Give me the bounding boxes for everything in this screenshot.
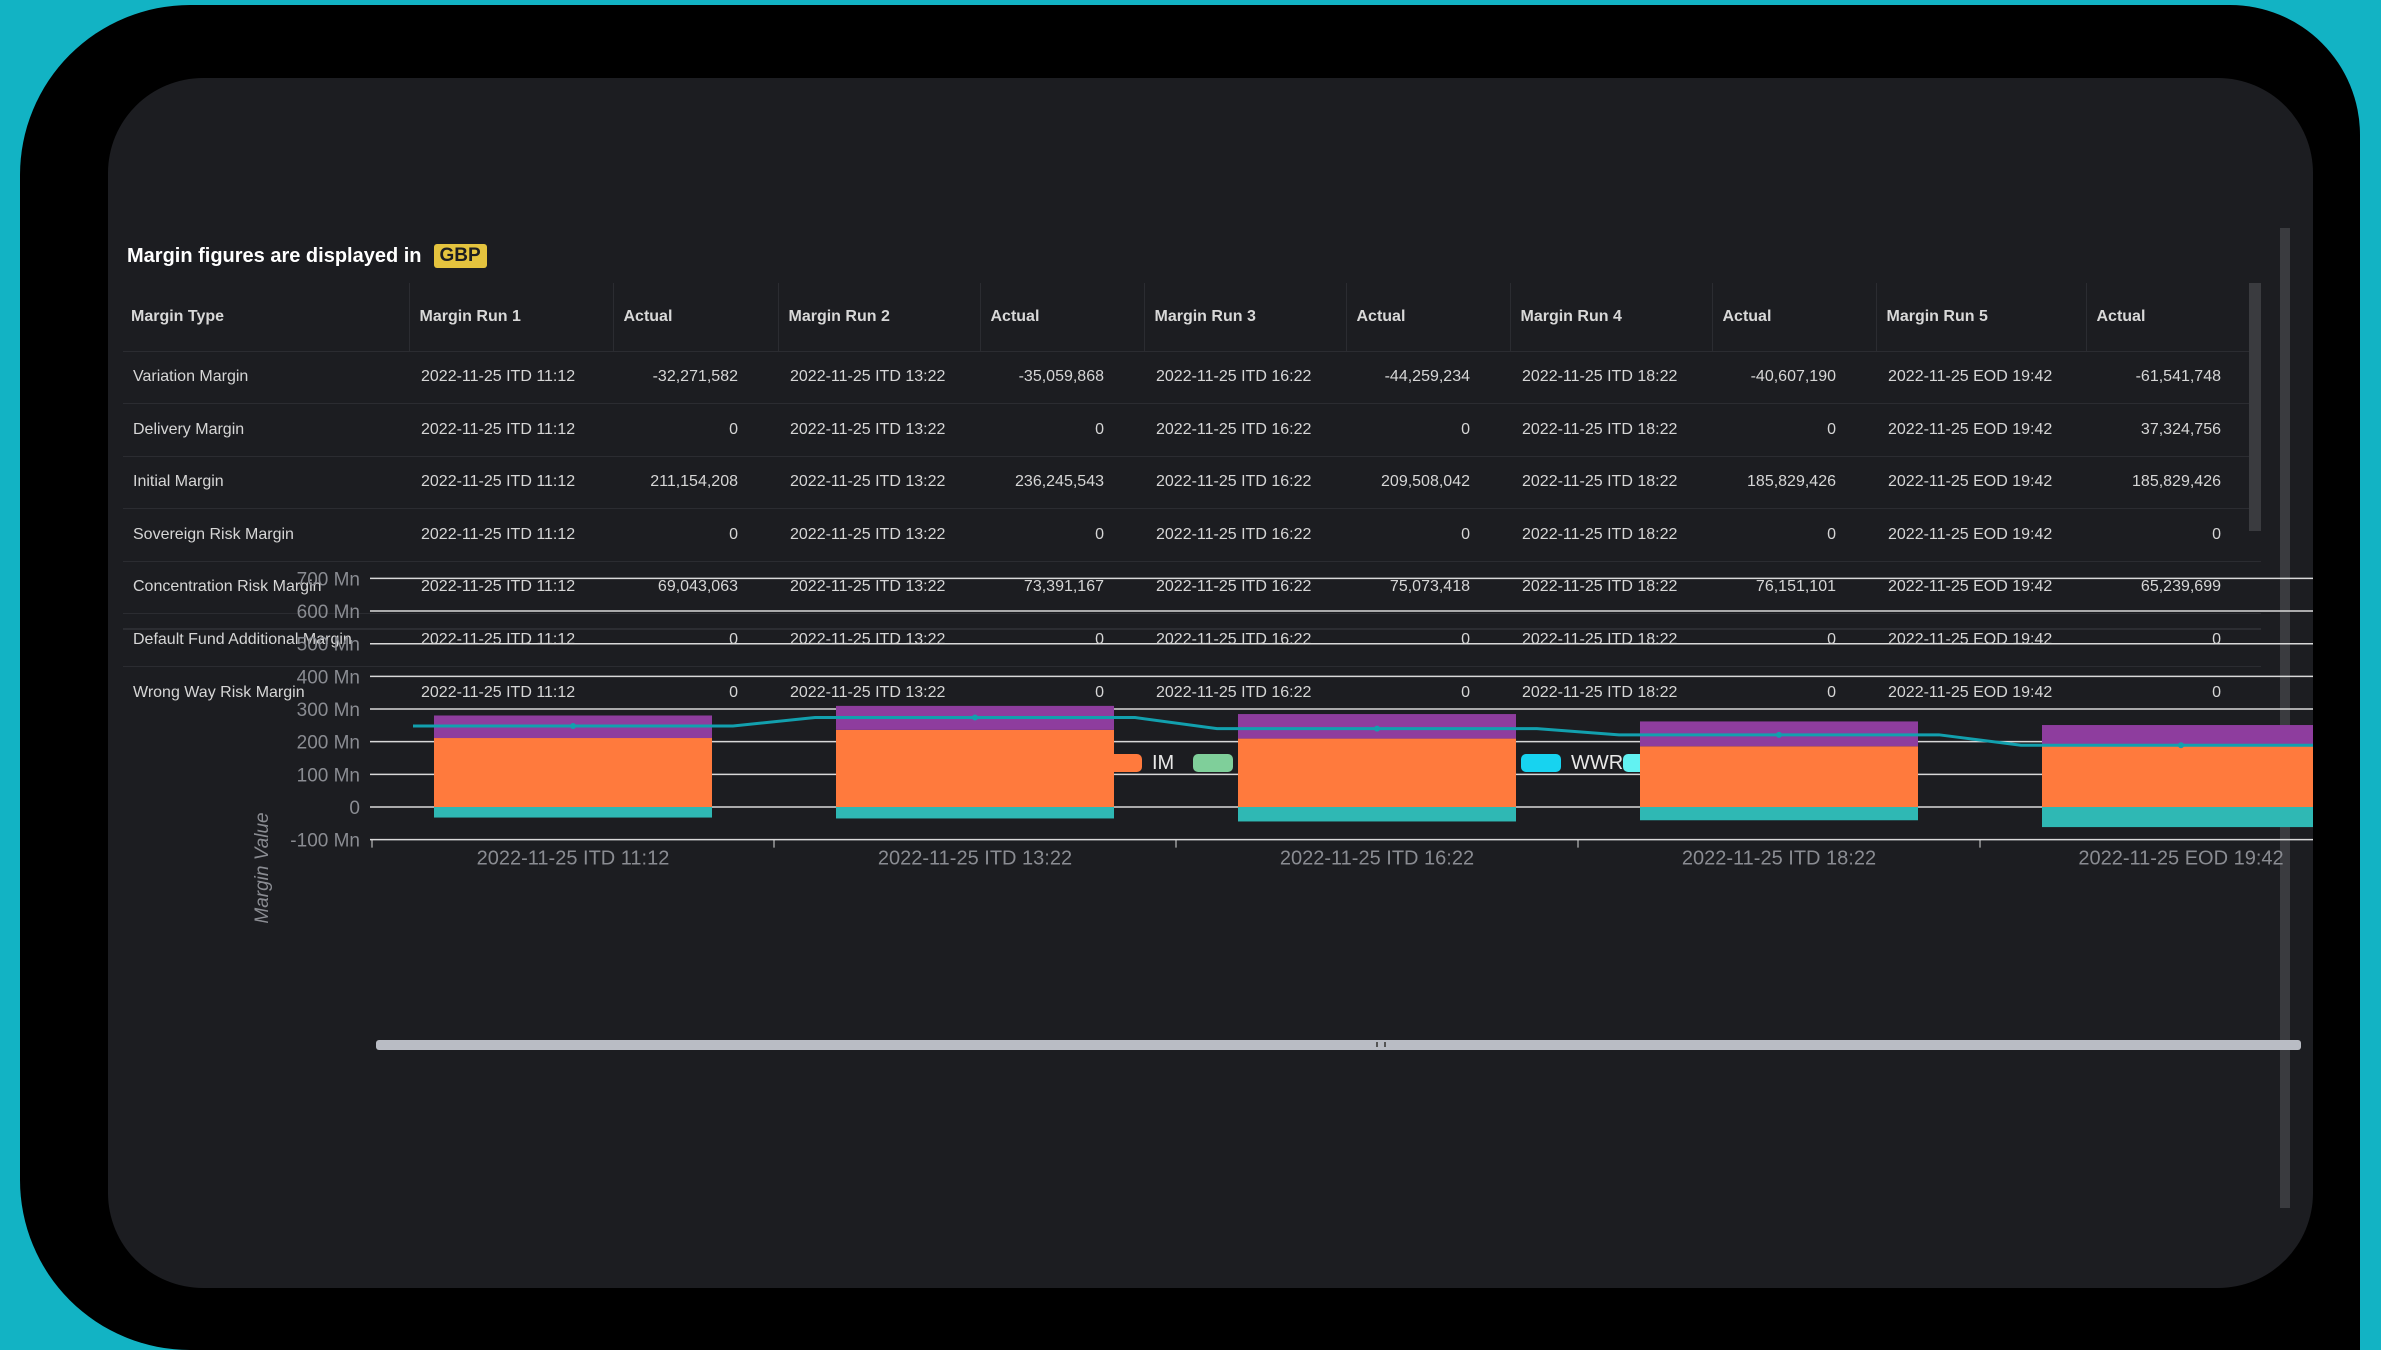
x-tick-label: 2022-11-25 ITD 18:22: [1682, 848, 1876, 870]
tm-point: [1776, 731, 1782, 738]
bar-im: [836, 729, 1114, 807]
y-tick-label: 400 Mn: [297, 667, 360, 688]
bar-vm: [1640, 807, 1918, 821]
app-screen: Margin figures are displayed in GBP Marg…: [108, 78, 2313, 1288]
bar-vm: [1238, 807, 1516, 822]
y-tick-label: 0: [349, 798, 360, 819]
chart-horizontal-scrollbar[interactable]: [376, 1040, 2301, 1050]
tm-point: [2178, 742, 2184, 749]
bar-vm: [836, 807, 1114, 819]
tm-point: [972, 714, 978, 721]
y-tick-label: 600 Mn: [297, 602, 360, 623]
x-tick-label: 2022-11-25 ITD 11:12: [477, 848, 670, 870]
y-tick-label: 500 Mn: [297, 635, 360, 656]
scrollbar-grip-icon[interactable]: [1376, 1042, 1386, 1047]
y-axis-label: Margin Value: [252, 812, 273, 923]
bar-vm: [434, 807, 712, 818]
bar-crf: [2042, 725, 2313, 747]
bar-im: [1640, 746, 1918, 807]
x-tick-label: 2022-11-25 EOD 19:42: [2078, 848, 2283, 870]
y-tick-label: 300 Mn: [297, 700, 360, 721]
y-tick-label: -100 Mn: [290, 831, 360, 852]
bar-im: [1238, 738, 1516, 807]
y-tick-label: 100 Mn: [297, 765, 360, 786]
x-tick-label: 2022-11-25 ITD 13:22: [878, 848, 1072, 870]
y-tick-label: 700 Mn: [297, 569, 360, 590]
tm-point: [570, 723, 576, 730]
tm-point: [1374, 725, 1380, 732]
y-tick-label: 200 Mn: [297, 733, 360, 754]
bar-im: [2042, 746, 2313, 807]
margin-chart: 700 Mn 600 Mn 500 Mn 400 Mn 300 Mn 200 Mn 100 …: [252, 569, 2313, 924]
bar-vm: [2042, 807, 2313, 828]
device-frame: Margin figures are displayed in GBP Marg…: [20, 5, 2360, 1350]
x-tick-label: 2022-11-25 ITD 16:22: [1280, 848, 1474, 870]
bar-im: [434, 738, 712, 807]
